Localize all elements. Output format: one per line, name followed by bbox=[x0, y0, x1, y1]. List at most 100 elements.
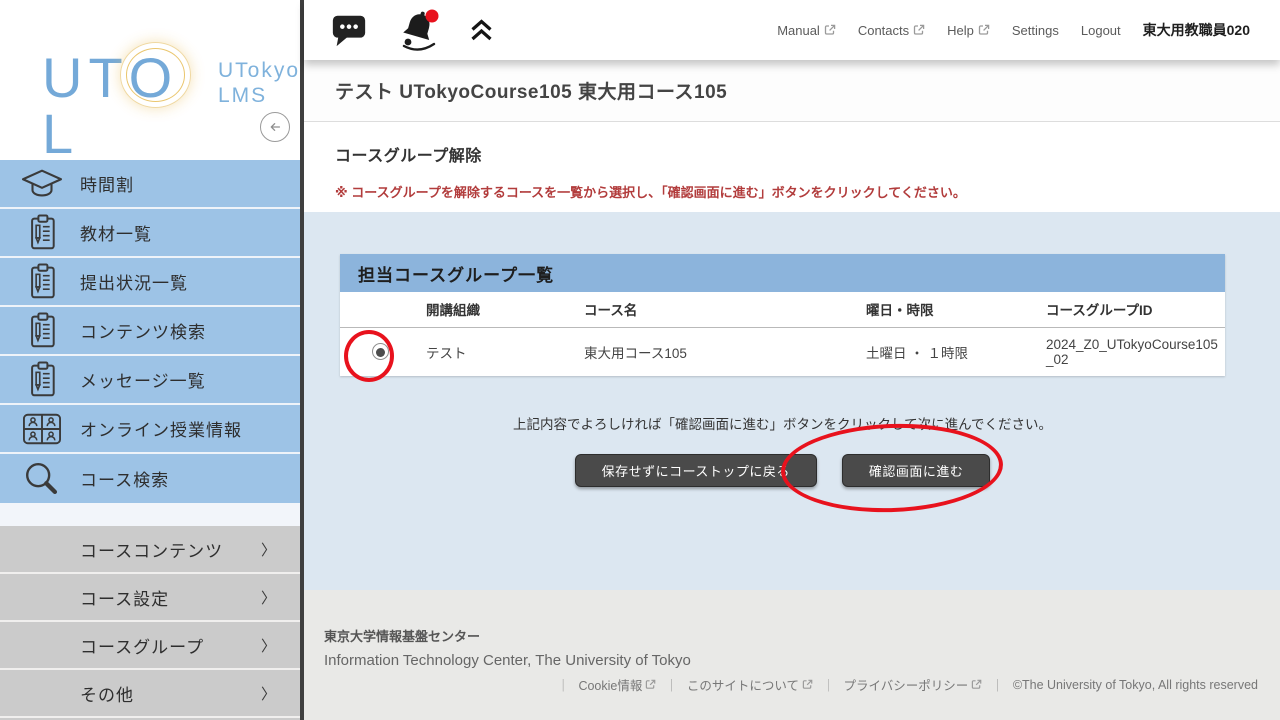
radio-column-header bbox=[340, 292, 420, 327]
clipboard-icon bbox=[20, 359, 64, 401]
column-header-org: 開講組織 bbox=[420, 292, 578, 327]
link-label: Manual bbox=[777, 23, 820, 38]
topbar: Manual Contacts Help Settings Logout 東 bbox=[304, 0, 1280, 60]
sidebar-item-label: その他 bbox=[80, 681, 134, 706]
table-title: 担当コースグループ一覧 bbox=[358, 261, 554, 286]
button-row: 保存せずにコーストップに戻る 確認画面に進む bbox=[340, 454, 1225, 487]
table-header-row: 開講組織 コース名 曜日・時限 コースグループID bbox=[340, 292, 1225, 327]
about-site-link[interactable]: このサイトについて bbox=[687, 675, 813, 694]
sidebar-item-label: メッセージ一覧 bbox=[80, 367, 206, 392]
external-link-icon bbox=[802, 679, 813, 690]
app-window: UTOL UTokyo LMS 時間割 bbox=[0, 0, 1280, 720]
cell-course-name: 東大用コース105 bbox=[578, 327, 860, 376]
sidebar-main-menu: 時間割 教材一覧 bbox=[0, 160, 300, 503]
footer-org-japanese: 東京大学情報基盤センター bbox=[324, 626, 1258, 645]
sidebar-item-course-settings[interactable]: コース設定 〉 bbox=[0, 574, 300, 622]
logo-o: O bbox=[129, 46, 179, 109]
sidebar-item-timetable[interactable]: 時間割 bbox=[0, 160, 300, 209]
footer: 東京大学情報基盤センター Information Technology Cent… bbox=[304, 590, 1280, 720]
sidebar-gap bbox=[0, 503, 300, 526]
link-label: プライバシーポリシー bbox=[844, 675, 969, 694]
manual-link[interactable]: Manual bbox=[777, 23, 836, 38]
utol-logo-text: UTOL bbox=[42, 50, 204, 162]
instruction-note: ※ コースグループを解除するコースを一覧から選択し、「確認画面に進む」ボタンをク… bbox=[335, 182, 1249, 201]
help-link[interactable]: Help bbox=[947, 23, 990, 38]
column-header-course-name: コース名 bbox=[578, 292, 860, 327]
footer-org-english: Information Technology Center, The Unive… bbox=[324, 652, 1258, 669]
separator: ｜ bbox=[557, 675, 570, 694]
sidebar-item-label: 提出状況一覧 bbox=[80, 269, 188, 294]
sidebar-item-label: オンライン授業情報 bbox=[80, 416, 242, 441]
table-title-bar: 担当コースグループ一覧 bbox=[340, 254, 1225, 292]
notifications-button[interactable] bbox=[396, 8, 440, 52]
footer-links: ｜ Cookie情報 ｜ このサイトについて ｜ プライバシーポリシー ｜ ©T… bbox=[324, 675, 1258, 694]
cookie-info-link[interactable]: Cookie情報 bbox=[578, 675, 656, 694]
sidebar-item-messages[interactable]: メッセージ一覧 bbox=[0, 356, 300, 405]
link-label: Cookie情報 bbox=[578, 675, 642, 694]
sidebar-item-materials[interactable]: 教材一覧 bbox=[0, 209, 300, 258]
topbar-links: Manual Contacts Help Settings Logout 東 bbox=[777, 20, 1250, 40]
sidebar-item-label: コース設定 bbox=[80, 585, 169, 610]
topbar-icons bbox=[330, 8, 495, 52]
external-link-icon bbox=[824, 24, 836, 36]
bell-icon bbox=[396, 8, 440, 52]
section-title: コースグループ解除 bbox=[335, 142, 1249, 166]
clipboard-icon bbox=[20, 310, 64, 352]
chevron-right-icon: 〉 bbox=[261, 683, 276, 704]
utol-logo-subtitle: UTokyo LMS bbox=[218, 58, 300, 108]
collapse-topbar-button[interactable] bbox=[468, 17, 495, 44]
link-label: Logout bbox=[1081, 23, 1121, 38]
sidebar-collapse-button[interactable] bbox=[260, 112, 290, 142]
double-chevron-up-icon bbox=[468, 17, 495, 44]
external-link-icon bbox=[645, 679, 656, 690]
course-select-radio[interactable] bbox=[372, 343, 389, 360]
clipboard-icon bbox=[20, 261, 64, 303]
sidebar-item-label: 時間割 bbox=[80, 171, 134, 196]
logo-o-rings: O bbox=[129, 50, 179, 106]
proceed-to-confirm-button[interactable]: 確認画面に進む bbox=[842, 454, 991, 487]
copyright-text: ©The University of Tokyo, All rights res… bbox=[1013, 678, 1258, 692]
sidebar-item-content-search[interactable]: コンテンツ検索 bbox=[0, 307, 300, 356]
search-icon bbox=[20, 458, 64, 500]
contacts-link[interactable]: Contacts bbox=[858, 23, 925, 38]
external-link-icon bbox=[971, 679, 982, 690]
online-class-icon bbox=[20, 410, 64, 448]
sidebar-item-online-class-info[interactable]: オンライン授業情報 bbox=[0, 405, 300, 454]
link-label: Help bbox=[947, 23, 974, 38]
sidebar-item-course-group[interactable]: コースグループ 〉 bbox=[0, 622, 300, 670]
messages-button[interactable] bbox=[330, 11, 368, 49]
cell-schedule: 土曜日 ・ １時限 bbox=[860, 327, 1040, 376]
separator: ｜ bbox=[665, 675, 678, 694]
back-to-course-top-button[interactable]: 保存せずにコーストップに戻る bbox=[575, 454, 817, 487]
username-label: 東大用教職員020 bbox=[1143, 20, 1250, 40]
chevron-right-icon: 〉 bbox=[261, 635, 276, 656]
logo-sub-line1: UTokyo bbox=[218, 58, 300, 83]
logout-link[interactable]: Logout bbox=[1081, 23, 1121, 38]
course-group-table: 担当コースグループ一覧 開講組織 コース名 曜日・時限 コースグループID bbox=[340, 254, 1225, 376]
sidebar-item-submission-status[interactable]: 提出状況一覧 bbox=[0, 258, 300, 307]
settings-link[interactable]: Settings bbox=[1012, 23, 1059, 38]
page-title: テスト UTokyoCourse105 東大用コース105 bbox=[335, 77, 727, 104]
cell-group-id: 2024_Z0_UTokyoCourse105_02 bbox=[1040, 327, 1225, 376]
link-label: このサイトについて bbox=[687, 675, 799, 694]
course-titlebar: テスト UTokyoCourse105 東大用コース105 bbox=[304, 60, 1280, 122]
external-link-icon bbox=[978, 24, 990, 36]
main-area: Manual Contacts Help Settings Logout 東 bbox=[304, 0, 1280, 720]
logo-sub-line2: LMS bbox=[218, 83, 300, 108]
chevron-right-icon: 〉 bbox=[261, 539, 276, 560]
arrow-left-icon bbox=[264, 116, 286, 138]
separator: ｜ bbox=[822, 675, 835, 694]
link-label: Contacts bbox=[858, 23, 909, 38]
sidebar-item-course-contents[interactable]: コースコンテンツ 〉 bbox=[0, 526, 300, 574]
sidebar: UTOL UTokyo LMS 時間割 bbox=[0, 0, 300, 720]
sidebar-header: UTOL UTokyo LMS bbox=[0, 0, 300, 160]
chat-bubble-icon bbox=[330, 11, 368, 49]
logo-ut: UT bbox=[42, 46, 129, 109]
privacy-policy-link[interactable]: プライバシーポリシー bbox=[844, 675, 983, 694]
logo-l: L bbox=[42, 102, 79, 165]
clipboard-icon bbox=[20, 212, 64, 254]
content-area: 担当コースグループ一覧 開講組織 コース名 曜日・時限 コースグループID bbox=[304, 212, 1280, 590]
chevron-right-icon: 〉 bbox=[261, 587, 276, 608]
sidebar-item-others[interactable]: その他 〉 bbox=[0, 670, 300, 718]
sidebar-item-course-search[interactable]: コース検索 bbox=[0, 454, 300, 503]
